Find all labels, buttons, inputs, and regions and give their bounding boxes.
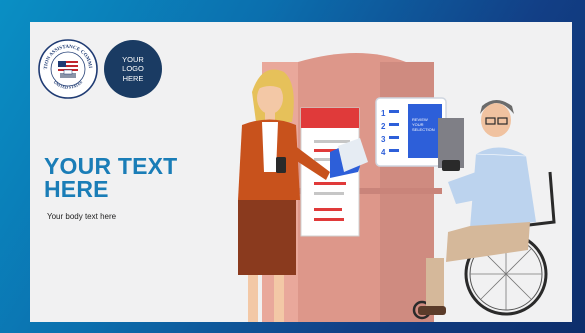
- voting-screen: REVIEW YOUR SELECTION 1 2 3 4: [375, 97, 464, 168]
- choice-4: 4: [381, 148, 386, 157]
- phone-icon: [276, 157, 286, 173]
- slide-frame: ELECTION ASSISTANCE COMMISSION UNITED ST…: [0, 0, 585, 333]
- choice-2: 2: [381, 122, 386, 131]
- voting-illustration: REVIEW YOUR SELECTION 1 2 3 4: [238, 53, 556, 322]
- slide-canvas: ELECTION ASSISTANCE COMMISSION UNITED ST…: [30, 22, 572, 322]
- choice-1: 1: [381, 109, 386, 118]
- screen-line-3: SELECTION: [412, 127, 435, 132]
- choice-3: 3: [381, 135, 386, 144]
